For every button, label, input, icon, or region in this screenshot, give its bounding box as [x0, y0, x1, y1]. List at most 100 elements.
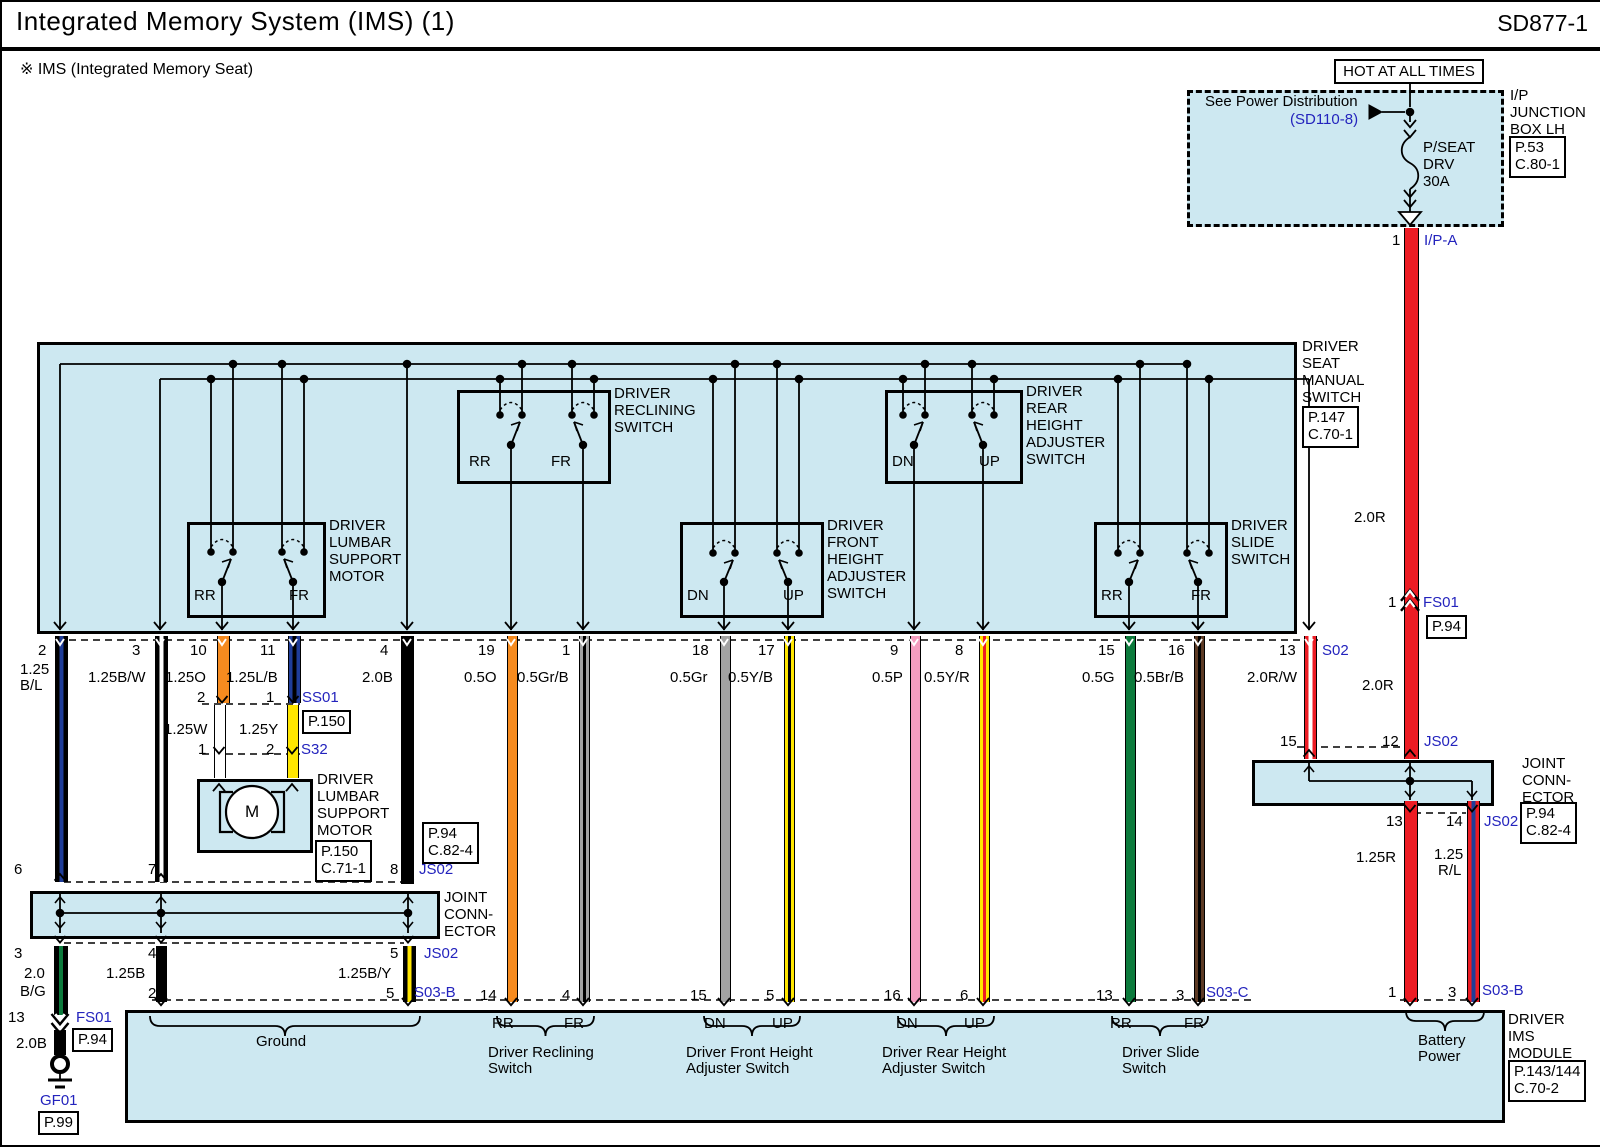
module-recl-name-0-label: Driver Reclining — [488, 1045, 594, 1061]
row-w14-label: 2.0R/W — [1247, 670, 1297, 686]
module-batt-name-1-label: Power — [1418, 1049, 1461, 1065]
switches-slide-name-1-label: SLIDE — [1231, 535, 1274, 551]
row-w10-label: 0.5P — [872, 670, 903, 686]
wire-2-0-b — [401, 636, 414, 884]
wire-0-5-yr — [979, 636, 990, 1002]
ljc-w1b-label: B/G — [20, 984, 46, 1000]
wire-2-0-r — [1404, 228, 1419, 759]
switches-reclining-name-2-label: SWITCH — [614, 420, 673, 436]
module-front-name-1-label: Adjuster Switch — [686, 1061, 789, 1077]
ljc-p7-label: 7 — [148, 862, 156, 878]
power-fuse-0-label: P/SEAT — [1423, 140, 1475, 156]
module-ref-1: C.70-2 — [1514, 1080, 1580, 1097]
switches-slide-name-2-label: SWITCH — [1231, 552, 1290, 568]
ss01-label-label: SS01 — [302, 690, 339, 706]
reference-box: P.150C.71-1 — [315, 840, 372, 882]
module-front-p2-label: 5 — [766, 988, 774, 1004]
lfs-gnd-label: GF01 — [40, 1093, 78, 1109]
hot-at-all-times-box: HOT AT ALL TIMES — [1334, 59, 1484, 84]
module-ref-0: P.143/144 — [1514, 1063, 1580, 1080]
row-p1-label: 2 — [38, 643, 46, 659]
arrow-icon — [56, 1023, 65, 1029]
motor-ref-1: C.71-1 — [321, 860, 366, 877]
wire-2-0-bg — [54, 946, 68, 1015]
ljc-name-0-label: JOINT — [444, 890, 487, 906]
module-front-l1-label: DN — [704, 1016, 726, 1032]
rjc-name-1-label: CONN- — [1522, 773, 1571, 789]
header-note-label: ※ IMS (Integrated Memory Seat) — [20, 62, 253, 79]
switches-front-name-1-label: FRONT — [827, 535, 879, 551]
row-p4-label: 11 — [260, 643, 276, 659]
module-rear-p1-label: 16 — [884, 988, 901, 1004]
row-w7-label: 0.5Gr/B — [517, 670, 569, 686]
row-w9-label: 0.5Y/B — [728, 670, 773, 686]
row-w2-label: 1.25B/W — [88, 670, 146, 686]
switches-slide-l-label: RR — [1101, 588, 1123, 604]
ljc-w1a-label: 2.0 — [24, 966, 45, 982]
reference-box: P.99 — [38, 1111, 79, 1135]
wire-0-5-g — [1125, 636, 1136, 1002]
row-p11-label: 8 — [955, 643, 963, 659]
motor-name-2-label: SUPPORT — [317, 806, 389, 822]
rjc-name-0-label: JOINT — [1522, 756, 1565, 772]
module-rear-l1-label: DN — [896, 1016, 918, 1032]
lfs-ref: P.94 — [78, 1031, 107, 1048]
switches-reclining-name-1-label: RECLINING — [614, 403, 696, 419]
module-batt-conn-label: S03-B — [1482, 983, 1524, 999]
reference-box: P.94C.82-4 — [1520, 802, 1577, 844]
left-joint-connector-box — [30, 891, 440, 939]
switches-lumbar-l-label: RR — [194, 588, 216, 604]
rfs-label-label: FS01 — [1423, 595, 1459, 611]
switches-front-name-0-label: DRIVER — [827, 518, 884, 534]
module-batt-p1-label: 1 — [1388, 985, 1396, 1001]
ss01-wr-label: 1.25Y — [239, 722, 278, 738]
ljc-label-label: JS02 — [424, 946, 458, 962]
reference-box: P.94C.82-4 — [422, 822, 479, 864]
rjc-w1-label: 1.25R — [1356, 850, 1396, 866]
module-recl-l2-label: FR — [564, 1016, 584, 1032]
wire-1-25-y — [287, 705, 299, 778]
seat_switch-name-3-label: SWITCH — [1302, 390, 1361, 406]
ljc-p6-label: 6 — [14, 862, 22, 878]
module-front-name-0-label: Driver Front Height — [686, 1045, 813, 1061]
rjc-w2a-label: 1.25 — [1434, 847, 1463, 863]
module-slide-name-1-label: Switch — [1122, 1061, 1166, 1077]
ss01-pl-label: 2 — [197, 690, 205, 706]
row-w1a-label: 1.25 — [20, 662, 49, 678]
rjc-ref-1: C.82-4 — [1526, 822, 1571, 839]
row-p7-label: 1 — [562, 643, 570, 659]
module-rear-name-1-label: Adjuster Switch — [882, 1061, 985, 1077]
driver-ims-module-box — [125, 1010, 1505, 1123]
ljc-name-1-label: CONN- — [444, 907, 493, 923]
row-w4-label: 1.25L/B — [226, 670, 278, 686]
switches-front-name-2-label: HEIGHT — [827, 552, 884, 568]
wire-0-5-yb — [784, 636, 795, 1002]
jref-label-label: JS02 — [419, 862, 453, 878]
row-w1b-label: B/L — [20, 678, 43, 694]
module-recl-p2-label: 4 — [562, 988, 570, 1004]
rfs-ref: P.94 — [1432, 618, 1461, 635]
reference-box: P.150 — [302, 710, 351, 734]
row-w3-label: 1.25O — [165, 670, 206, 686]
ss01-pr-label: 1 — [266, 690, 274, 706]
switches-front-l-label: DN — [687, 588, 709, 604]
module-front-l2-label: UP — [772, 1016, 793, 1032]
power-junction_ref-0: P.53 — [1515, 139, 1560, 156]
ground-icon — [52, 1056, 68, 1072]
power-fuse-2-label: 30A — [1423, 174, 1450, 190]
row-w8-label: 0.5Gr — [670, 670, 708, 686]
reference-box: P.143/144C.70-2 — [1508, 1060, 1586, 1102]
wire-0-5-grb — [579, 636, 590, 1002]
rjc-p14-label: 14 — [1446, 814, 1463, 830]
s32-pl-label: 1 — [198, 742, 206, 758]
module-slide-l2-label: FR — [1184, 1016, 1204, 1032]
module-front-p1-label: 15 — [690, 988, 707, 1004]
s32-pr-label: 2 — [266, 742, 274, 758]
row-p3-label: 10 — [190, 643, 207, 659]
arrow-icon — [52, 1014, 69, 1024]
motor-ref-0: P.150 — [321, 843, 366, 860]
header-title-label: Integrated Memory System (IMS) (1) — [16, 8, 455, 35]
power-pin-label: 1 — [1392, 233, 1400, 249]
module-slide-p1-label: 13 — [1096, 988, 1113, 1004]
wire-1-25-bl — [55, 636, 68, 882]
